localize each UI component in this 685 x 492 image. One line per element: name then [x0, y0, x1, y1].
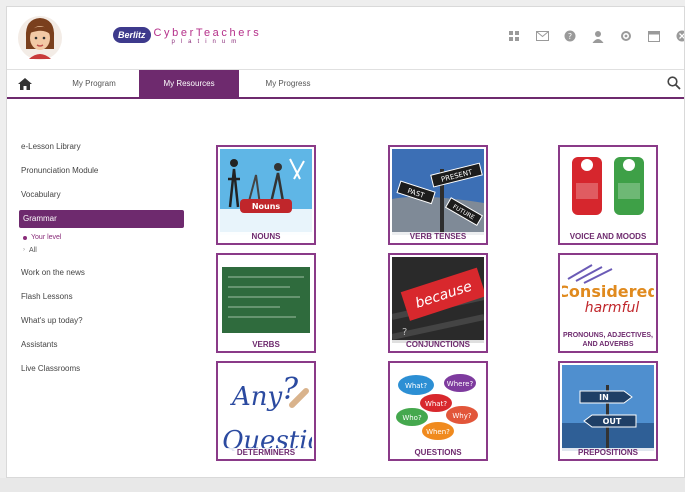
conjunctions-image: because ? [392, 257, 484, 343]
grid-icon[interactable] [505, 27, 523, 45]
mail-icon[interactable] [533, 27, 551, 45]
svg-text:When?: When? [426, 428, 450, 436]
brand-badge: Berlitz [113, 27, 151, 43]
nouns-image-text: Nouns [252, 202, 281, 211]
sidebar-item-pronunciation-module[interactable]: Pronunciation Module [19, 159, 184, 183]
tile-label: CONJUNCTIONS [390, 340, 486, 349]
sidebar-item-flash-lessons[interactable]: Flash Lessons [19, 285, 184, 309]
close-icon[interactable] [673, 27, 684, 45]
sidebar-item-grammar[interactable]: Grammar [19, 210, 184, 228]
brand-logo[interactable]: Berlitz CyberTeachers platinum [113, 27, 261, 46]
tab-my-progress[interactable]: My Progress [247, 70, 329, 98]
tile-questions[interactable]: What? Where? What? Who? Why? When? QUEST… [388, 361, 488, 461]
brand-name: CyberTeachers [153, 27, 262, 39]
calendar-icon[interactable] [645, 27, 663, 45]
tile-voice-and-moods[interactable]: VOICE AND MOODS [558, 145, 658, 245]
tab-my-program[interactable]: My Program [55, 70, 133, 98]
svg-text:Where?: Where? [447, 380, 474, 388]
tile-nouns[interactable]: Nouns NOUNS [216, 145, 316, 245]
questions-image: What? Where? What? Who? Why? When? [392, 365, 484, 451]
sidebar-item-live-classrooms[interactable]: Live Classrooms [19, 357, 184, 381]
brand-sub: platinum [171, 39, 243, 45]
tile-label: VOICE AND MOODS [560, 232, 656, 241]
tile-label: QUESTIONS [390, 448, 486, 457]
svg-text:What?: What? [425, 400, 447, 408]
sidebar-item-vocabulary[interactable]: Vocabulary [19, 183, 184, 207]
selected-dot-icon [23, 235, 27, 240]
sidebar-item-e-lesson-library[interactable]: e-Lesson Library [19, 135, 184, 159]
sidebar-subitem-label: All [29, 247, 37, 254]
main-nav: My Program My Resources My Progress [7, 69, 684, 99]
sidebar-subitem-label: Your level [31, 234, 62, 241]
tab-my-resources[interactable]: My Resources [139, 70, 239, 98]
sidebar: e-Lesson Library Pronunciation Module Vo… [19, 135, 184, 381]
tile-label: DETERMINERS [218, 448, 314, 457]
avatar[interactable] [17, 13, 63, 63]
sidebar-subitem-your-level[interactable]: Your level [19, 231, 184, 244]
svg-text:Why?: Why? [452, 412, 472, 420]
tile-label: VERB TENSES [390, 232, 486, 241]
bottom-strip [0, 478, 685, 492]
header: Berlitz CyberTeachers platinum ? [7, 7, 684, 69]
app-window: Berlitz CyberTeachers platinum ? My Prog… [6, 6, 685, 478]
user-icon[interactable] [589, 27, 607, 45]
tile-label: PRONOUNS, ADJECTIVES, AND ADVERBS [560, 331, 656, 349]
verb-tenses-image: PRESENT PAST FUTURE [392, 149, 484, 235]
tile-label: PREPOSITIONS [560, 448, 656, 457]
tile-pronouns-adjectives-adverbs[interactable]: Considered harmful PRONOUNS, ADJECTIVES,… [558, 253, 658, 353]
tile-label: NOUNS [218, 232, 314, 241]
prepositions-image: IN OUT [562, 365, 654, 451]
nouns-image: Nouns [220, 149, 312, 235]
svg-text:?: ? [568, 32, 572, 41]
voice-and-moods-image [562, 149, 654, 235]
tile-determiners[interactable]: Any ? Question DETERMINERS [216, 361, 316, 461]
svg-text:harmful: harmful [585, 300, 640, 316]
search-icon[interactable] [667, 76, 683, 92]
help-icon[interactable]: ? [561, 27, 579, 45]
svg-text:Any: Any [230, 382, 283, 412]
tile-prepositions[interactable]: IN OUT PREPOSITIONS [558, 361, 658, 461]
tile-label: VERBS [218, 340, 314, 349]
sidebar-item-assistants[interactable]: Assistants [19, 333, 184, 357]
svg-text:?: ? [402, 327, 407, 338]
tile-verbs[interactable]: VERBS [216, 253, 316, 353]
svg-text:OUT: OUT [603, 417, 622, 426]
sidebar-item-whats-up-today[interactable]: What's up today? [19, 309, 184, 333]
svg-text:What?: What? [405, 382, 427, 390]
home-icon[interactable] [17, 76, 33, 92]
svg-text:Who?: Who? [402, 414, 422, 422]
tile-verb-tenses[interactable]: PRESENT PAST FUTURE VERB TENSES [388, 145, 488, 245]
determiners-image: Any ? Question [220, 365, 312, 451]
svg-text:Considered: Considered [562, 282, 654, 301]
sidebar-item-work-on-the-news[interactable]: Work on the news [19, 261, 184, 285]
verbs-image [220, 257, 312, 343]
header-toolbar: ? [505, 27, 684, 45]
tile-conjunctions[interactable]: because ? CONJUNCTIONS [388, 253, 488, 353]
sidebar-subitem-all[interactable]: › All [19, 244, 184, 257]
svg-text:IN: IN [599, 393, 609, 402]
settings-icon[interactable] [617, 27, 635, 45]
chevron-right-icon: › [23, 247, 25, 253]
